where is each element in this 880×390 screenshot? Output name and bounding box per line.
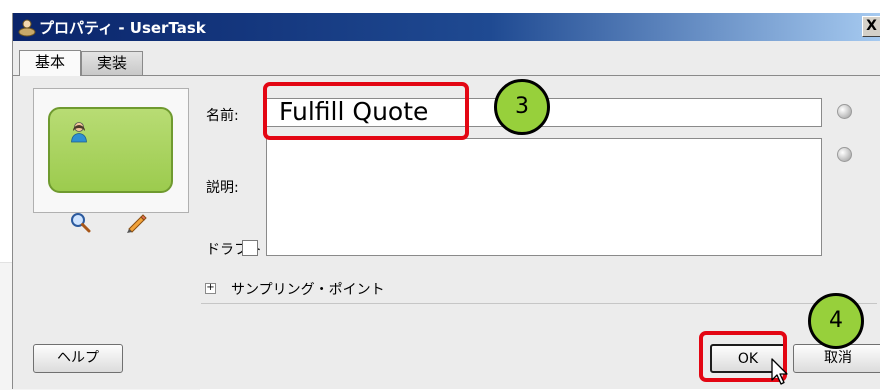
- close-button[interactable]: X: [862, 16, 880, 37]
- tab-implementation[interactable]: 実装: [81, 51, 143, 76]
- step-4-callout: 4: [808, 293, 864, 349]
- translate-globe-icon[interactable]: [837, 147, 852, 162]
- dialog-title: プロパティ - UserTask: [39, 19, 206, 37]
- mouse-cursor-icon: [771, 358, 788, 385]
- step-3-callout: 3: [494, 79, 550, 135]
- user-task-icon: [71, 122, 87, 143]
- name-highlight-box: [263, 82, 469, 140]
- sampling-point-label[interactable]: サンプリング・ポイント: [231, 279, 385, 299]
- sampling-expand-icon[interactable]: +: [205, 283, 216, 294]
- user-task-app-icon: [18, 19, 36, 37]
- description-textarea[interactable]: [266, 138, 822, 256]
- name-label: 名前:: [206, 108, 239, 124]
- description-label: 説明:: [206, 180, 239, 196]
- tab-divider: [13, 75, 880, 76]
- user-task-shape: [48, 107, 173, 193]
- draft-checkbox[interactable]: [242, 240, 258, 256]
- zoom-icon[interactable]: [69, 211, 91, 233]
- translate-globe-icon[interactable]: [837, 104, 852, 119]
- help-button[interactable]: ヘルプ: [33, 344, 123, 373]
- section-divider: [201, 303, 877, 304]
- edit-pencil-icon[interactable]: [125, 211, 147, 233]
- tab-basic[interactable]: 基本: [19, 50, 81, 76]
- dialog-titlebar[interactable]: プロパティ - UserTask X: [13, 13, 880, 41]
- task-preview: [33, 88, 189, 213]
